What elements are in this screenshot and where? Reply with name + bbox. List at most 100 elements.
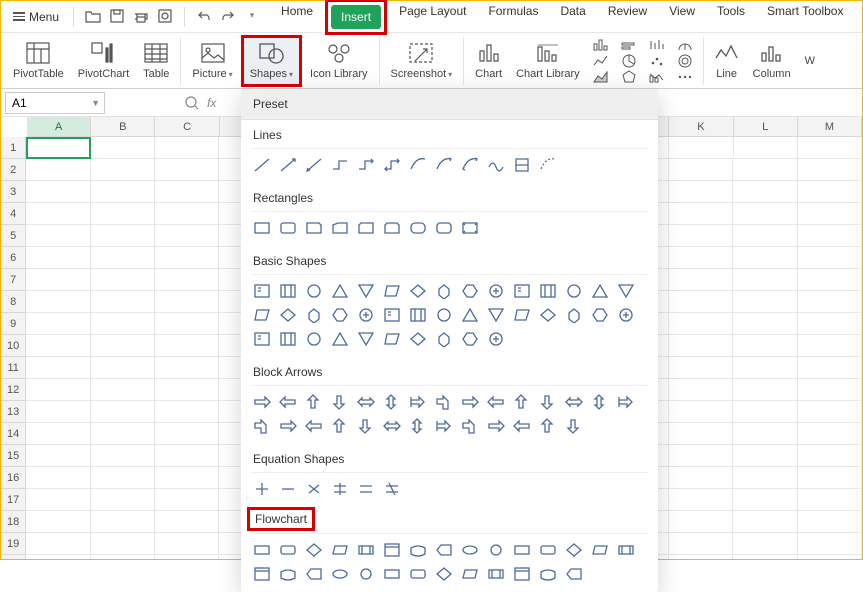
cell-L16[interactable]	[733, 467, 797, 489]
block-shape-0[interactable]	[251, 392, 273, 412]
cell-C3[interactable]	[155, 181, 219, 203]
basic-shape-1[interactable]	[277, 281, 299, 301]
tab-smarttoolbox[interactable]: Smart Toolbox	[757, 0, 853, 35]
block-shape-6[interactable]	[407, 392, 429, 412]
rect-shape-1[interactable]	[277, 218, 299, 238]
flow-shape-27[interactable]	[563, 564, 585, 584]
cell-K3[interactable]	[669, 181, 733, 203]
cell-M1[interactable]	[798, 137, 862, 159]
flow-shape-6[interactable]	[407, 540, 429, 560]
pivotchart-button[interactable]: PivotChart	[72, 35, 135, 87]
cell-B9[interactable]	[91, 313, 155, 335]
cell-K7[interactable]	[669, 269, 733, 291]
row-header-12[interactable]: 12	[1, 379, 26, 401]
cell-M15[interactable]	[798, 445, 862, 467]
cell-A8[interactable]	[26, 291, 90, 313]
col-header-K[interactable]: K	[669, 117, 733, 137]
cell-L11[interactable]	[733, 357, 797, 379]
cell-M18[interactable]	[798, 511, 862, 533]
cell-B1[interactable]	[91, 137, 155, 159]
lines-shape-10[interactable]	[511, 155, 533, 175]
block-shape-1[interactable]	[277, 392, 299, 412]
cell-M20[interactable]	[798, 555, 862, 559]
cell-M12[interactable]	[798, 379, 862, 401]
cell-C5[interactable]	[155, 225, 219, 247]
block-shape-18[interactable]	[329, 416, 351, 436]
cell-L6[interactable]	[733, 247, 797, 269]
basic-shape-19[interactable]	[355, 305, 377, 325]
cell-M6[interactable]	[798, 247, 862, 269]
col-header-C[interactable]: C	[155, 117, 219, 137]
cell-C13[interactable]	[155, 401, 219, 423]
cell-C12[interactable]	[155, 379, 219, 401]
cell-A4[interactable]	[26, 203, 90, 225]
cell-C9[interactable]	[155, 313, 219, 335]
cell-K16[interactable]	[669, 467, 733, 489]
cell-L2[interactable]	[733, 159, 797, 181]
chartlib-button[interactable]: Chart Library	[510, 35, 586, 87]
undo-icon[interactable]	[195, 7, 213, 25]
cell-L18[interactable]	[733, 511, 797, 533]
block-shape-14[interactable]	[615, 392, 637, 412]
cell-B19[interactable]	[91, 533, 155, 555]
rect-shape-3[interactable]	[329, 218, 351, 238]
row-header-6[interactable]: 6	[1, 247, 26, 269]
cell-B15[interactable]	[91, 445, 155, 467]
rect-shape-2[interactable]	[303, 218, 325, 238]
row-header-4[interactable]: 4	[1, 203, 26, 225]
cell-K11[interactable]	[669, 357, 733, 379]
line-chart-icon[interactable]	[592, 54, 610, 68]
block-shape-12[interactable]	[563, 392, 585, 412]
cell-A9[interactable]	[26, 313, 90, 335]
zoom-icon[interactable]	[185, 96, 199, 110]
combo-chart-icon[interactable]	[648, 70, 666, 84]
cell-B4[interactable]	[91, 203, 155, 225]
cell-M13[interactable]	[798, 401, 862, 423]
area-chart-icon[interactable]	[592, 70, 610, 84]
cell-K1[interactable]	[669, 137, 733, 159]
cell-M2[interactable]	[798, 159, 862, 181]
flow-shape-3[interactable]	[329, 540, 351, 560]
cell-L12[interactable]	[733, 379, 797, 401]
col-header-B[interactable]: B	[91, 117, 155, 137]
cell-M16[interactable]	[798, 467, 862, 489]
block-shape-26[interactable]	[537, 416, 559, 436]
basic-shape-12[interactable]	[563, 281, 585, 301]
cell-K13[interactable]	[669, 401, 733, 423]
cell-A20[interactable]	[26, 555, 90, 559]
basic-shape-6[interactable]	[407, 281, 429, 301]
flow-shape-19[interactable]	[355, 564, 377, 584]
flow-shape-22[interactable]	[433, 564, 455, 584]
name-box-input[interactable]	[6, 94, 87, 112]
basic-shape-33[interactable]	[329, 329, 351, 349]
cell-L5[interactable]	[733, 225, 797, 247]
cell-A6[interactable]	[26, 247, 90, 269]
eq-shape-1[interactable]	[277, 479, 299, 499]
block-shape-10[interactable]	[511, 392, 533, 412]
tab-home[interactable]: Home	[271, 0, 323, 35]
basic-shape-34[interactable]	[355, 329, 377, 349]
cell-B3[interactable]	[91, 181, 155, 203]
row-header-9[interactable]: 9	[1, 313, 26, 335]
cell-B16[interactable]	[91, 467, 155, 489]
screenshot-button[interactable]: Screenshot▾	[385, 35, 459, 87]
print-icon[interactable]	[132, 7, 150, 25]
basic-shape-17[interactable]	[303, 305, 325, 325]
row-header-15[interactable]: 15	[1, 445, 26, 467]
block-shape-11[interactable]	[537, 392, 559, 412]
chevron-down-icon[interactable]: ▼	[87, 98, 104, 108]
cell-B14[interactable]	[91, 423, 155, 445]
row-header-2[interactable]: 2	[1, 159, 26, 181]
cell-K18[interactable]	[669, 511, 733, 533]
cell-A15[interactable]	[26, 445, 90, 467]
block-shape-4[interactable]	[355, 392, 377, 412]
cell-M19[interactable]	[798, 533, 862, 555]
tab-insert[interactable]: Insert	[331, 5, 381, 29]
basic-shape-14[interactable]	[615, 281, 637, 301]
flow-shape-13[interactable]	[589, 540, 611, 560]
cell-C14[interactable]	[155, 423, 219, 445]
cell-A7[interactable]	[26, 269, 90, 291]
basic-shape-30[interactable]	[251, 329, 273, 349]
cell-M9[interactable]	[798, 313, 862, 335]
cell-K15[interactable]	[669, 445, 733, 467]
